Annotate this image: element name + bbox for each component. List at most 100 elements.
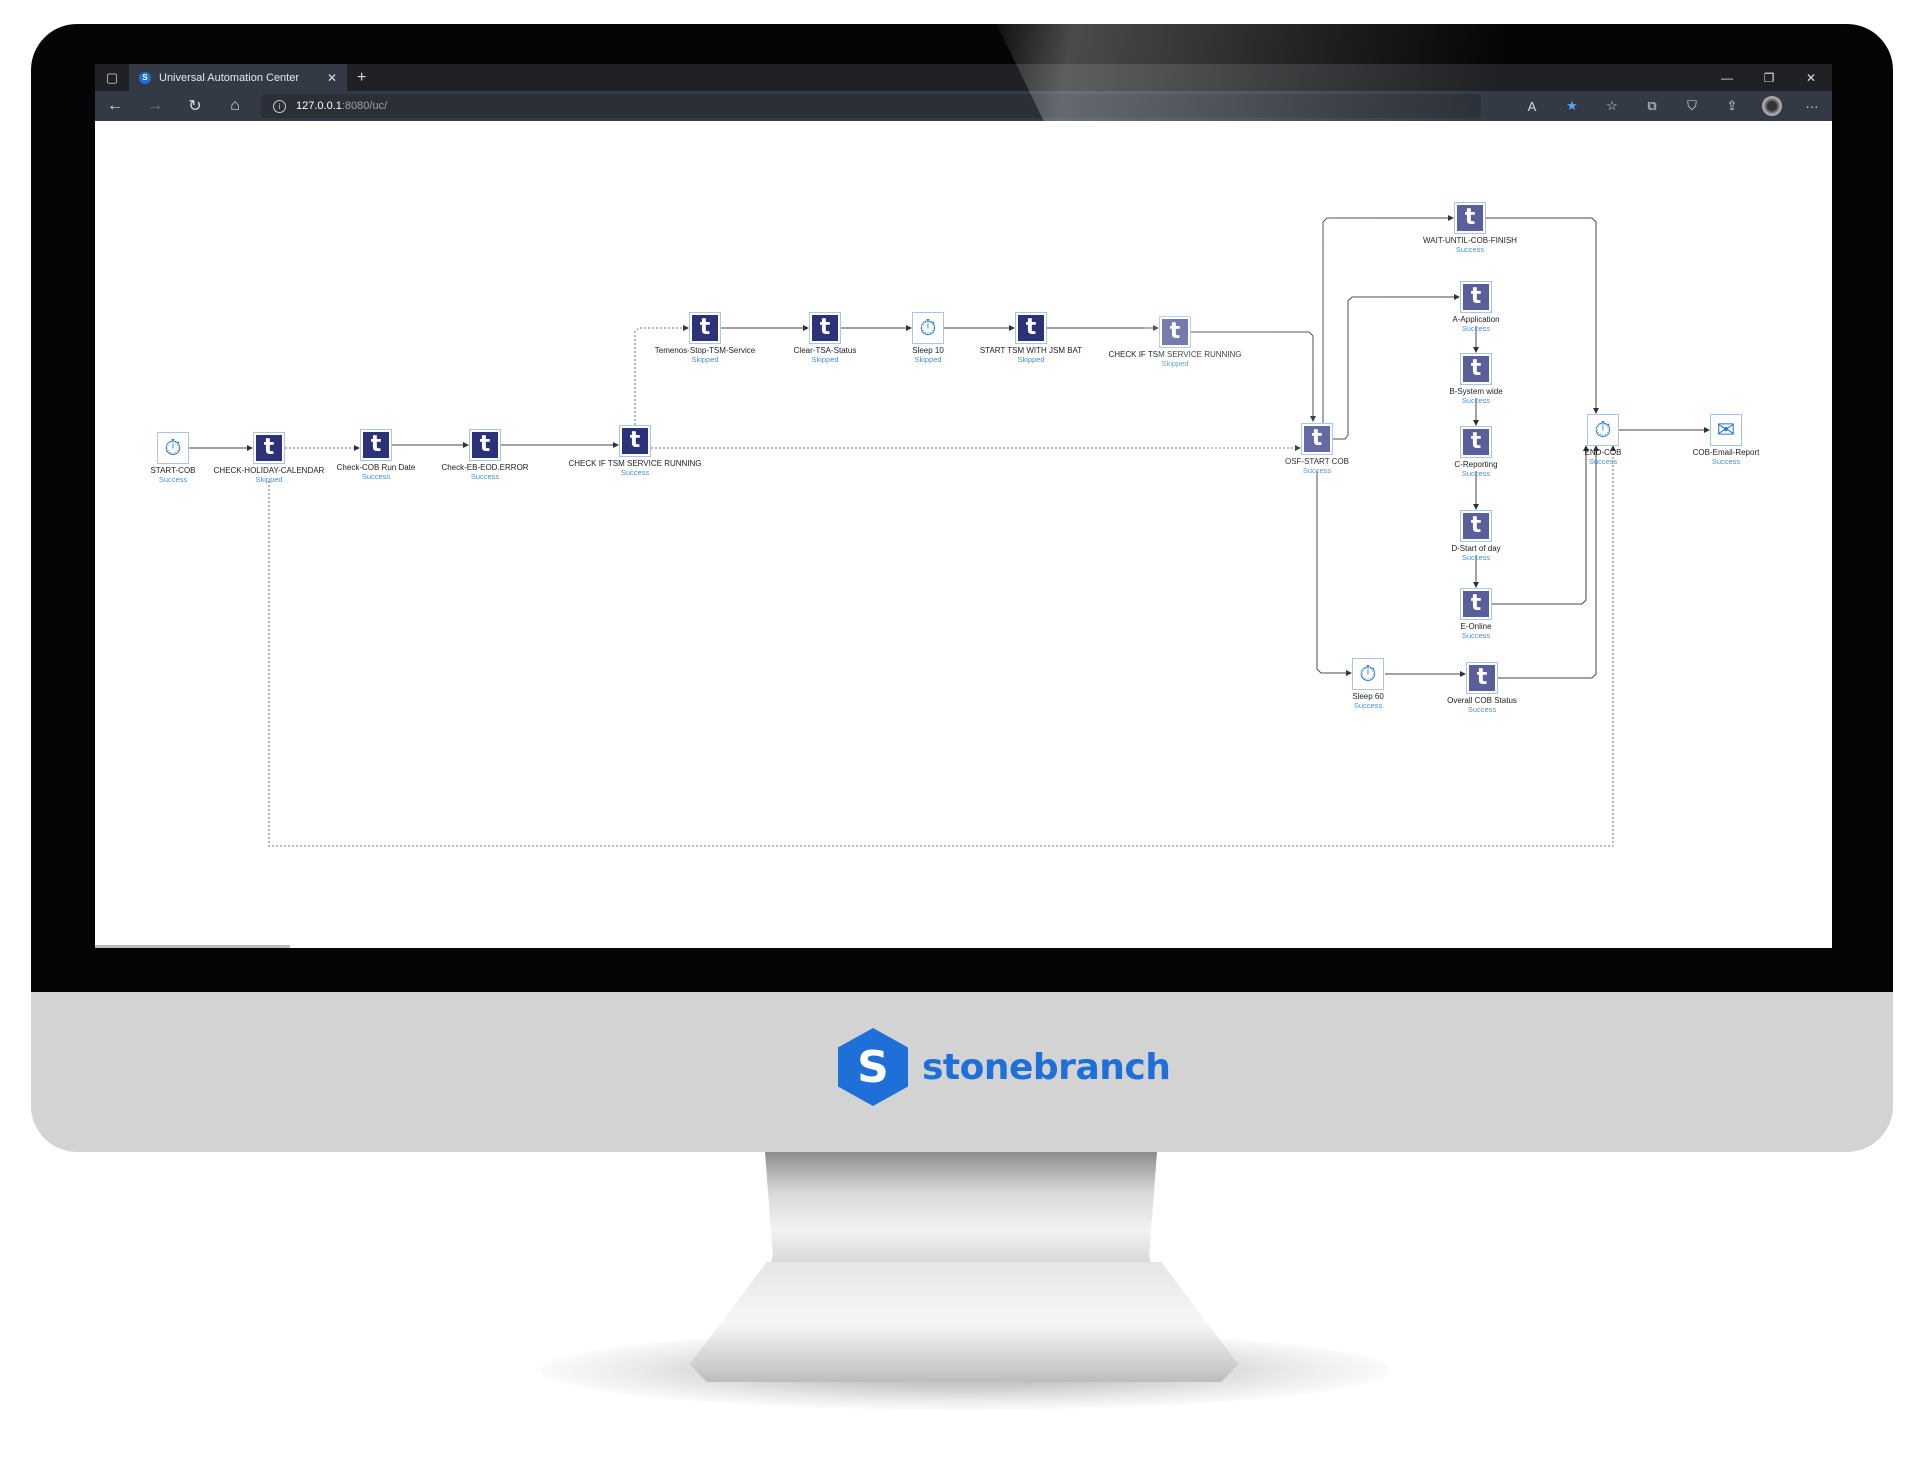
workflow-node-a-application[interactable]: t A-Application Success (1376, 281, 1576, 333)
edge-holiday-to-endcob (268, 445, 1616, 847)
node-label: Overall COB Status (1447, 696, 1517, 705)
more-menu-icon[interactable]: ··· (1792, 99, 1832, 114)
node-status: Success (1461, 553, 1491, 562)
node-status: Skipped (1017, 355, 1045, 364)
task-icon[interactable]: t (1454, 202, 1486, 234)
task-glyph: t (472, 432, 498, 458)
brand-hex-icon: S (838, 1028, 908, 1106)
node-label: CHECK IF TSM SERVICE RUNNING (568, 459, 702, 468)
timer-glyph: ⏱ (1359, 661, 1377, 686)
node-label: Sleep 60 (1352, 692, 1384, 701)
timer-icon[interactable]: ⏱ (1352, 658, 1384, 690)
task-icon[interactable]: t (1460, 588, 1492, 620)
timer-icon[interactable]: ⏱ (1587, 414, 1619, 446)
node-label: OSF-START COB (1284, 457, 1349, 466)
task-icon[interactable]: t (469, 429, 501, 461)
window-close-button[interactable]: ✕ (1790, 64, 1832, 91)
task-icon[interactable]: t (1015, 312, 1047, 344)
tab-actions-icon[interactable]: ▢ (95, 64, 129, 91)
task-icon[interactable]: t (619, 425, 651, 457)
node-status: Success (1467, 705, 1497, 714)
forward-button[interactable]: → (135, 97, 175, 115)
node-label: COB-Email-Report (1692, 448, 1760, 457)
share-icon[interactable]: ⇪ (1712, 98, 1752, 114)
node-label: B-System wide (1449, 387, 1503, 396)
node-label: START TSM WITH JSM BAT (979, 346, 1083, 355)
profile-avatar[interactable] (1762, 96, 1782, 116)
workflow-node-wait-until-cob[interactable]: t WAIT-UNTIL-COB-FINISH Success (1370, 202, 1570, 254)
task-icon[interactable]: t (1460, 426, 1492, 458)
task-glyph: t (1463, 284, 1489, 310)
favorites-icon[interactable]: ☆ (1592, 98, 1632, 114)
task-glyph: t (692, 315, 718, 341)
workflow-node-d-start-of-day[interactable]: t D-Start of day Success (1376, 510, 1576, 562)
node-status: Success (1455, 245, 1485, 254)
url-path: :8080/uc/ (341, 100, 388, 112)
site-info-icon[interactable]: i (273, 99, 286, 113)
workflow-node-cob-email-report[interactable]: ✉ COB-Email-Report Success (1626, 414, 1826, 466)
task-icon[interactable]: t (1301, 423, 1333, 455)
browser-toolbar: A ★ ☆ ⧉ ⛉ ⇪ ··· (1512, 91, 1832, 121)
task-glyph: t (1463, 429, 1489, 455)
edge-overall-to-endcob (1498, 445, 1599, 679)
new-tab-button[interactable]: + (357, 69, 366, 87)
task-glyph: t (1018, 315, 1044, 341)
node-status: Success (1711, 457, 1741, 466)
node-status: Success (1461, 469, 1491, 478)
refresh-button[interactable]: ↻ (175, 96, 215, 116)
url-host: 127.0.0.1 (296, 100, 342, 112)
node-status: Skipped (1161, 359, 1189, 368)
restore-button[interactable]: ❐ (1748, 64, 1790, 91)
node-status: Success (1461, 324, 1491, 333)
workflow-node-check-tsm-2[interactable]: t CHECK IF TSM SERVICE RUNNING Skipped (1075, 316, 1275, 368)
minimize-button[interactable]: — (1706, 64, 1748, 91)
task-icon[interactable]: t (1466, 662, 1498, 694)
tab-bar: ▢ S Universal Automation Center ✕ + — ❐ … (95, 64, 1832, 91)
task-icon[interactable]: t (1460, 353, 1492, 385)
window-controls: — ❐ ✕ (1706, 64, 1832, 91)
task-glyph: t (1162, 319, 1188, 345)
brand-name: stonebranch (922, 1046, 1171, 1088)
task-glyph: t (622, 428, 648, 454)
edge-osf-to-sleep60 (1316, 471, 1352, 676)
task-icon[interactable]: t (1159, 316, 1191, 348)
email-icon[interactable]: ✉ (1710, 414, 1742, 446)
node-status: Success (470, 472, 500, 481)
task-glyph: t (1463, 513, 1489, 539)
node-status: Success (1461, 631, 1491, 640)
stonebranch-logo: S stonebranch (838, 1028, 1171, 1106)
workflow-node-overall-cob-status[interactable]: t Overall COB Status Success (1382, 662, 1582, 714)
task-glyph: t (1463, 591, 1489, 617)
browser-essentials-icon[interactable]: ⛉ (1672, 98, 1712, 114)
node-label: CHECK IF TSM SERVICE RUNNING (1108, 350, 1242, 359)
browser-window: ▢ S Universal Automation Center ✕ + — ❐ … (95, 64, 1832, 948)
task-icon[interactable]: t (1460, 510, 1492, 542)
tab-universal-automation-center[interactable]: S Universal Automation Center ✕ (129, 64, 347, 91)
node-label: E-Online (1460, 622, 1492, 631)
workflow-node-check-tsm-1[interactable]: t CHECK IF TSM SERVICE RUNNING Success (535, 425, 735, 477)
favorite-star-icon[interactable]: ★ (1552, 98, 1592, 114)
timer-glyph: ⏱ (1594, 417, 1612, 442)
collections-icon[interactable]: ⧉ (1632, 98, 1672, 114)
read-aloud-icon[interactable]: A (1512, 99, 1552, 114)
node-status: Success (1461, 396, 1491, 405)
node-status: Success (620, 468, 650, 477)
node-status: Success (1302, 466, 1332, 475)
email-glyph: ✉ (1716, 417, 1736, 442)
favicon-icon: S (139, 71, 151, 84)
node-label: Check-EB-EOD.ERROR (441, 463, 529, 472)
back-button[interactable]: ← (95, 97, 135, 115)
workflow-canvas: ⏱ START-COB Success t CHECK-HOLIDAY-CALENDAR… (95, 121, 1832, 948)
close-tab-icon[interactable]: ✕ (327, 71, 337, 85)
workflow-node-b-system-wide[interactable]: t B-System wide Success (1376, 353, 1576, 405)
horizontal-scrollbar[interactable] (95, 945, 290, 948)
node-label: END-COB (1584, 448, 1622, 457)
workflow-node-e-online[interactable]: t E-Online Success (1376, 588, 1576, 640)
task-icon[interactable]: t (689, 312, 721, 344)
task-icon[interactable]: t (1460, 281, 1492, 313)
node-label: D-Start of day (1451, 544, 1501, 553)
node-status: Skipped (691, 355, 719, 364)
home-button[interactable]: ⌂ (215, 97, 255, 115)
url-input[interactable]: i 127.0.0.1 :8080/uc/ (261, 94, 1481, 118)
node-status: Success (1588, 457, 1618, 466)
